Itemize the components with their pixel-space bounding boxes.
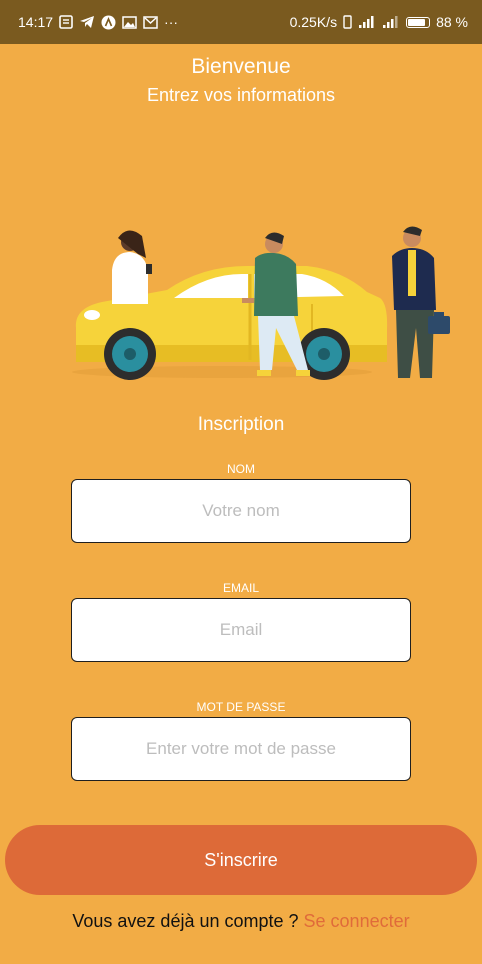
- email-field[interactable]: [71, 598, 411, 662]
- battery-icon: [406, 16, 431, 28]
- taxi-illustration: [72, 226, 450, 380]
- battery-percent: 88 %: [436, 14, 468, 30]
- status-time: 14:17: [18, 14, 54, 30]
- signup-button[interactable]: S'inscrire: [5, 825, 477, 895]
- section-title: Inscription: [197, 414, 285, 435]
- name-label: NOM: [227, 462, 255, 476]
- page-title: Bienvenue: [191, 55, 291, 78]
- network-speed: 0.25K/s: [289, 14, 338, 30]
- signal-icon: [358, 15, 376, 29]
- password-field[interactable]: [71, 717, 411, 781]
- document-icon: [59, 15, 73, 29]
- status-right: 0.25K/s 88 %: [290, 14, 468, 30]
- login-prompt-text: Vous avez déjà un compte ?: [72, 911, 304, 931]
- name-field[interactable]: [71, 479, 411, 543]
- more-notifications-icon: ···: [164, 14, 179, 30]
- telegram-icon: [79, 15, 95, 29]
- password-label: MOT DE PASSE: [196, 700, 286, 714]
- status-bar: 14:17 ··· 0.25K/s 88 %: [0, 0, 482, 44]
- page-subtitle: Entrez vos informations: [146, 85, 336, 105]
- email-label: EMAIL: [222, 581, 259, 595]
- signal-2-icon: [382, 15, 400, 29]
- login-link[interactable]: Se connecter: [304, 911, 410, 931]
- image-icon: [122, 15, 137, 29]
- a-icon: [101, 15, 116, 30]
- phone-icon: [343, 15, 352, 29]
- mail-icon: [143, 15, 158, 29]
- login-prompt: Vous avez déjà un compte ? Se connecter: [0, 911, 482, 932]
- status-left: 14:17 ···: [18, 14, 178, 30]
